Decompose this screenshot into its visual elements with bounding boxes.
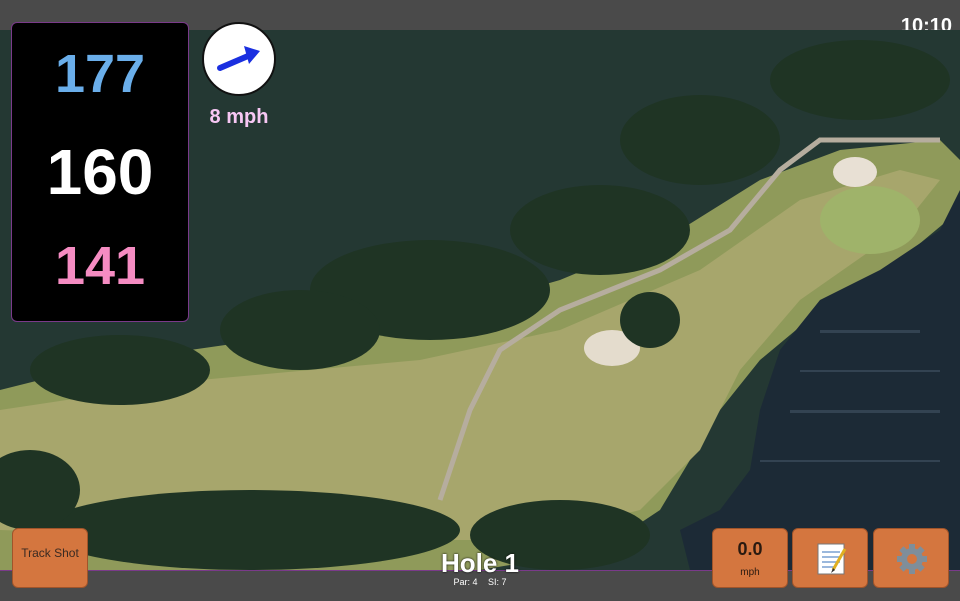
notepad-icon — [817, 543, 847, 575]
front-yardage: 141 — [54, 236, 146, 296]
yardage-panel: 177 160 141 — [11, 22, 189, 322]
speed-button[interactable]: 0.0 mph — [712, 528, 788, 588]
wind-speed: 8 mph — [209, 106, 269, 128]
settings-button[interactable] — [873, 528, 949, 588]
speed-value: 0.0 — [737, 539, 763, 559]
speed-unit: mph — [740, 567, 760, 578]
hole-title: Hole 1 — [440, 548, 520, 578]
notes-button[interactable] — [792, 528, 868, 588]
arrow-right-icon — [217, 46, 260, 71]
gear-icon — [897, 544, 927, 574]
back-yardage: 177 — [54, 44, 146, 104]
hole-par: Par: 4 — [453, 577, 478, 587]
center-yardage: 160 — [46, 136, 154, 208]
hole-info: Par: 4 SI: 7 — [380, 577, 580, 587]
hole-stroke-index: SI: 7 — [488, 577, 507, 587]
track-shot-button[interactable]: Track Shot — [12, 528, 88, 588]
wind-indicator[interactable] — [202, 22, 276, 96]
